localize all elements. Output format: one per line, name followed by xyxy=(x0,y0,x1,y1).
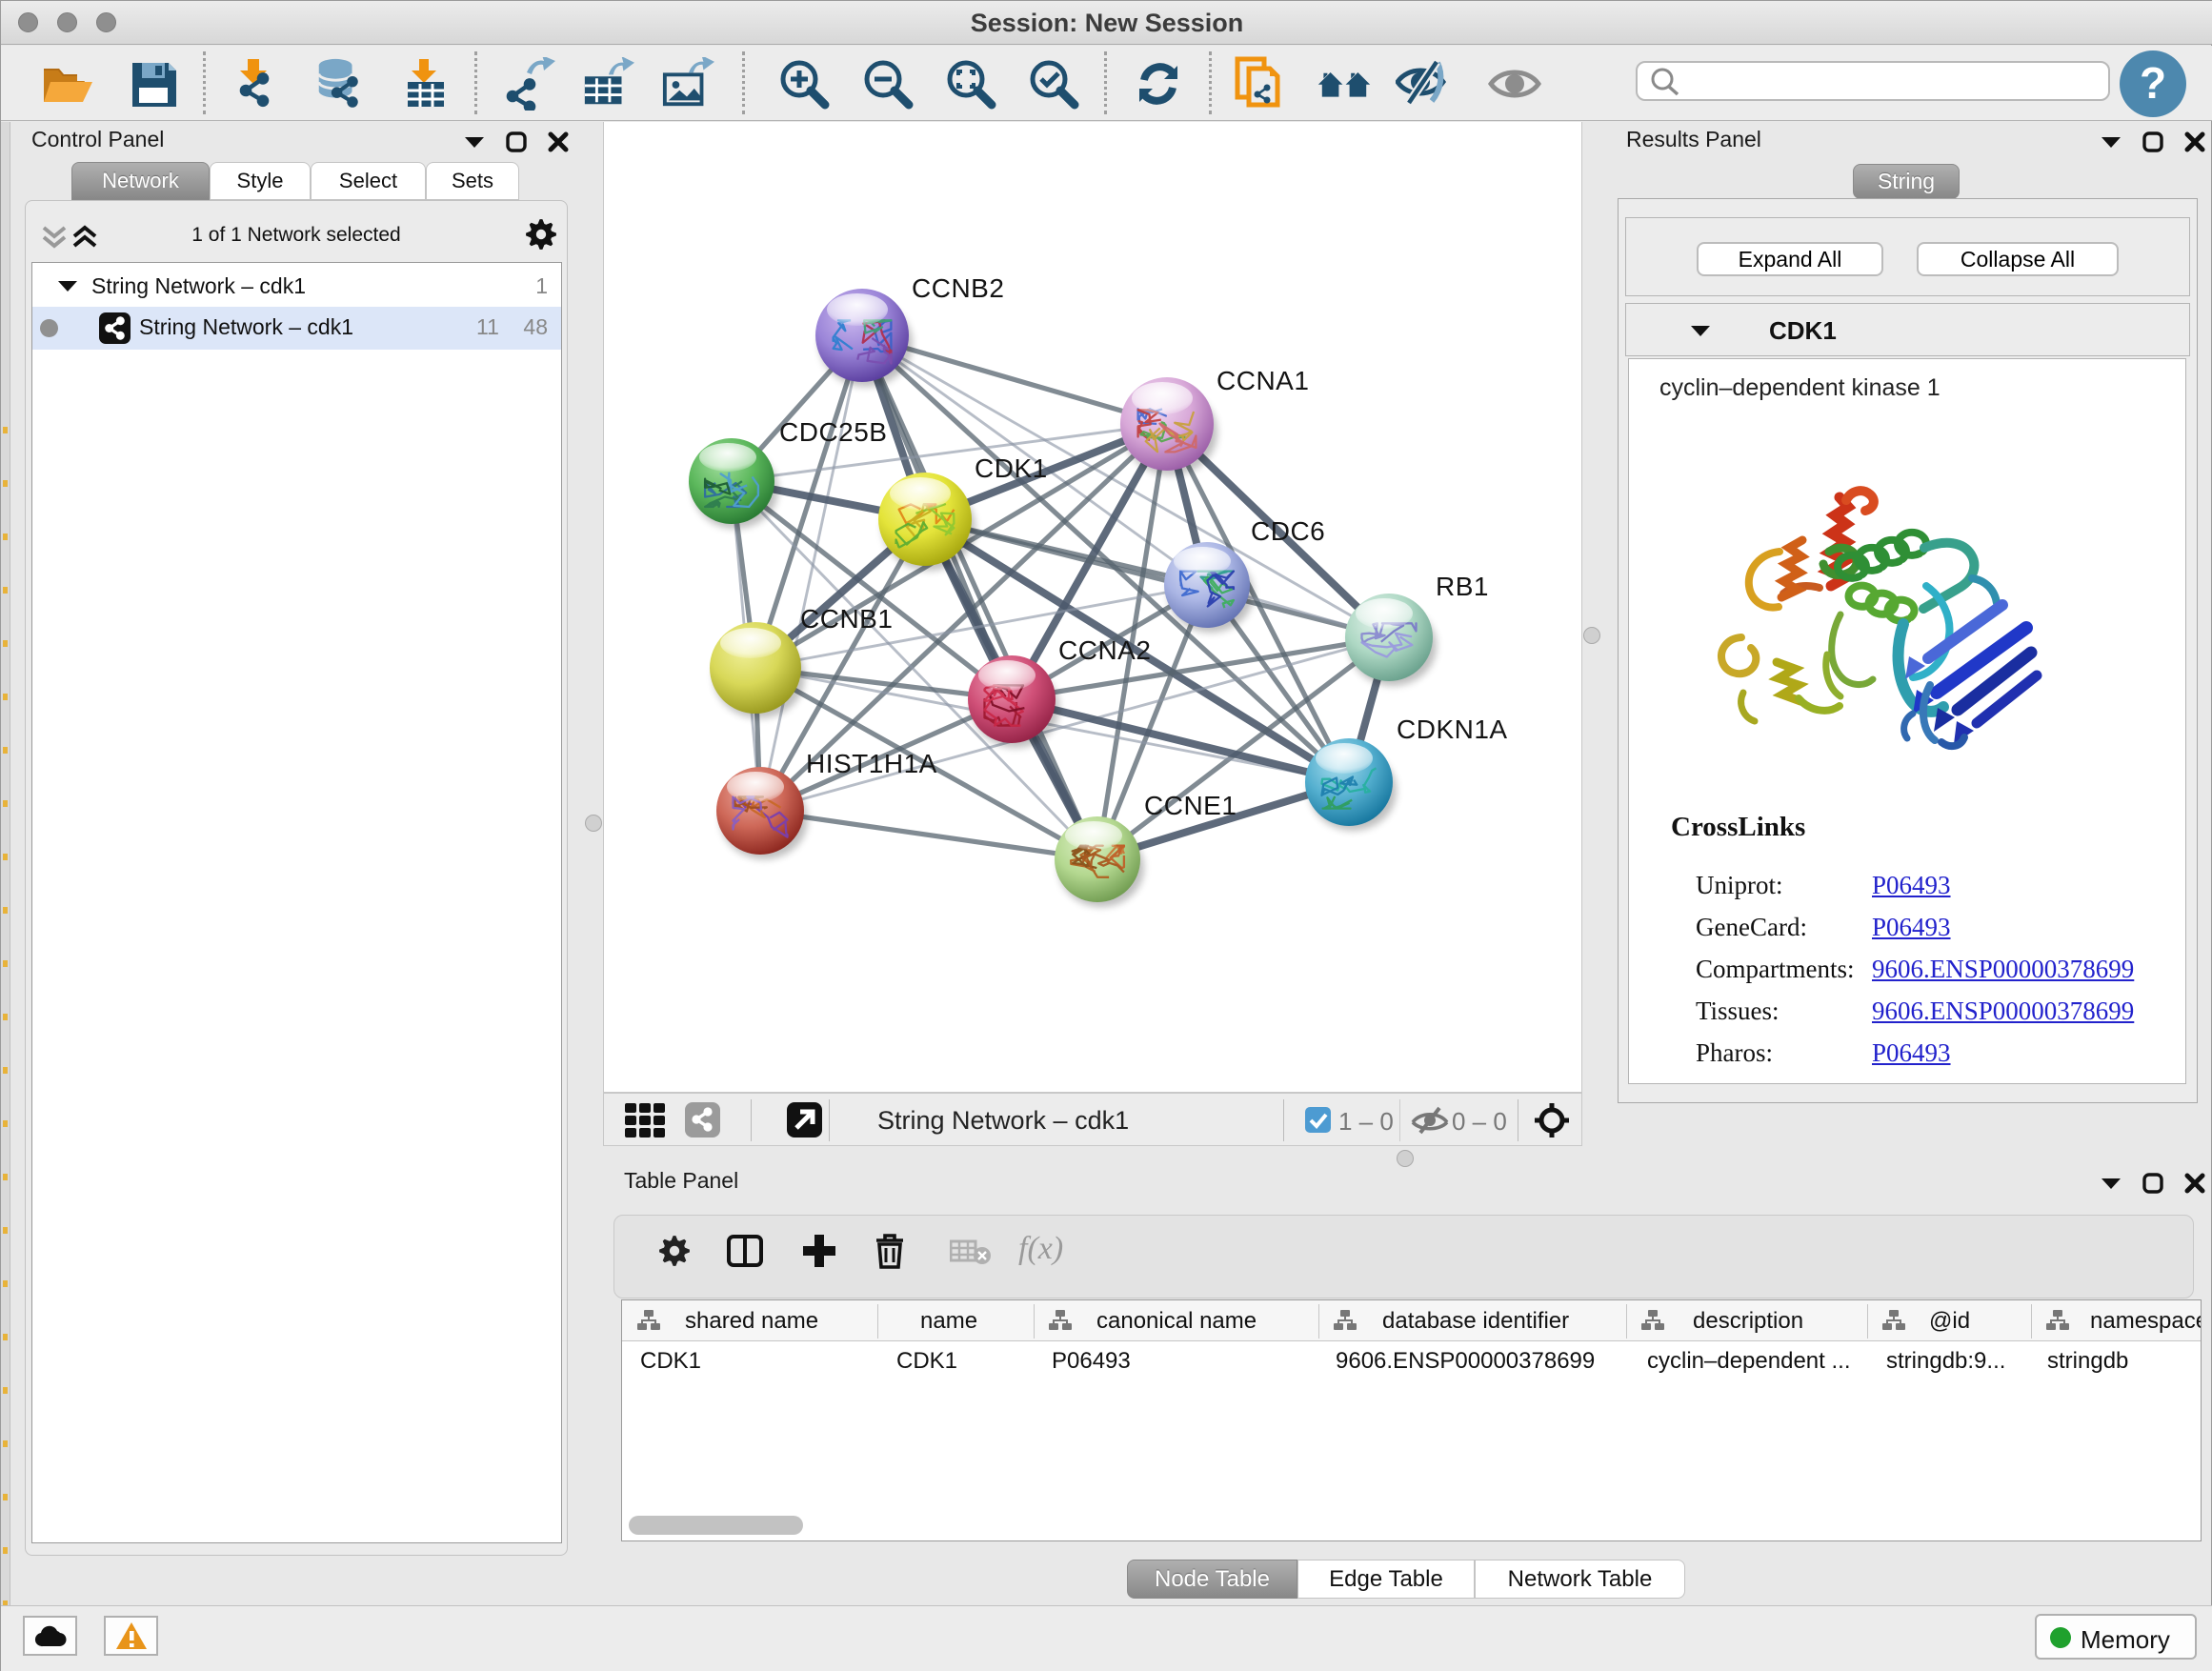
svg-text:CCNB2: CCNB2 xyxy=(912,273,1004,303)
svg-text:CCNA1: CCNA1 xyxy=(1217,366,1309,395)
svg-text:RB1: RB1 xyxy=(1436,572,1489,601)
svg-text:HIST1H1A: HIST1H1A xyxy=(806,749,937,778)
svg-text:CDK1: CDK1 xyxy=(975,453,1048,483)
svg-text:CDC6: CDC6 xyxy=(1251,516,1325,546)
svg-text:CCNA2: CCNA2 xyxy=(1058,635,1151,665)
svg-text:CCNE1: CCNE1 xyxy=(1144,791,1237,820)
svg-text:CDC25B: CDC25B xyxy=(779,417,887,447)
svg-text:CCNB1: CCNB1 xyxy=(800,604,893,634)
svg-text:?: ? xyxy=(2140,58,2166,108)
svg-text:CDKN1A: CDKN1A xyxy=(1397,715,1508,744)
